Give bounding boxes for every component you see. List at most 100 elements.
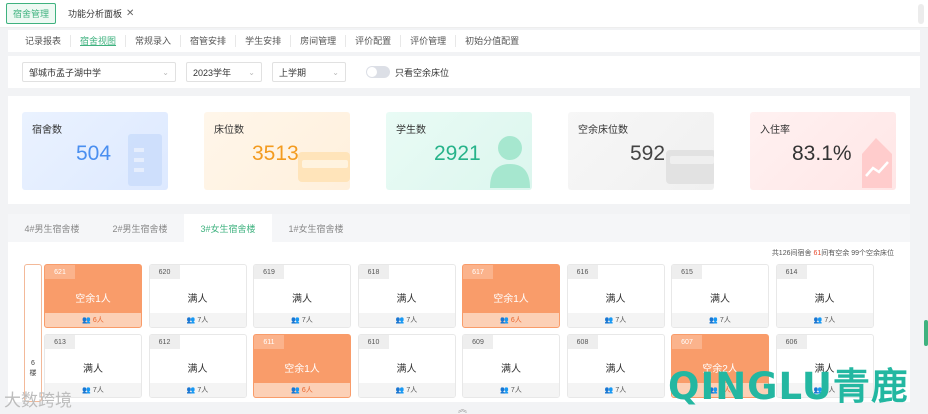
nav-tab-student-arrange[interactable]: 学生安排: [236, 35, 292, 47]
close-icon[interactable]: ✕: [126, 8, 134, 19]
room-status: 空余1人: [284, 364, 320, 375]
people-icon: 👥: [395, 317, 405, 324]
room-occupancy: 👥 7人: [149, 313, 246, 327]
room-number: 621: [45, 265, 75, 279]
nav-tab-regular-entry[interactable]: 常规录入: [126, 35, 182, 47]
function-nav: 记录报表 宿舍视图 常规录入 宿管安排 学生安排 房间管理 评价配置 评价管理 …: [8, 30, 920, 52]
term-select[interactable]: 上学期 ⌄: [272, 62, 346, 82]
room-occupant-count: 6人: [301, 387, 313, 394]
stat-label: 空余床位数: [578, 125, 628, 136]
stat-value: 2921: [434, 142, 481, 165]
room-number: 607: [672, 335, 702, 349]
floor-label[interactable]: 6 楼: [24, 264, 42, 402]
stats-panel: 宿舍数 504 床位数 3513 学生数 2921 空余床位数 592 入住率 …: [8, 96, 910, 204]
room-status: 满人: [605, 294, 626, 305]
room-card[interactable]: 618 满人 👥 7人: [357, 264, 456, 328]
stat-label: 宿舍数: [32, 125, 62, 136]
scrollbar-thumb[interactable]: [918, 4, 924, 24]
room-status: 满人: [396, 294, 417, 305]
room-card[interactable]: 620 满人 👥 7人: [148, 264, 247, 328]
school-select[interactable]: 邹城市孟子湖中学 ⌄: [22, 62, 176, 82]
people-icon: 👥: [709, 317, 718, 324]
room-number: 611: [254, 335, 284, 349]
room-occupant-count: 7人: [406, 317, 418, 324]
room-summary: 共126间宿舍 61间有空余 99个空余床位: [772, 248, 894, 258]
vacant-only-toggle[interactable]: [366, 66, 390, 78]
room-occupant-count: 7人: [615, 387, 627, 394]
room-card[interactable]: 621 空余1人 👥 6人: [44, 264, 142, 328]
room-occupant-count: 7人: [615, 317, 627, 324]
summary-vacant-text: 间有空余: [821, 250, 850, 257]
building-tab-active[interactable]: 3#女生宿舍楼: [184, 214, 272, 242]
stat-label: 入住率: [760, 125, 790, 136]
people-icon: 👥: [82, 317, 91, 324]
summary-total: 共126间宿舍: [771, 250, 812, 257]
stat-value: 3513: [252, 142, 299, 165]
stat-label: 床位数: [214, 125, 244, 136]
room-occupancy: 👥 7人: [149, 383, 246, 397]
people-icon: 👥: [186, 317, 196, 324]
people-icon: 👥: [82, 387, 91, 394]
module-tag[interactable]: 宿舍管理: [6, 3, 57, 24]
nav-tab-eval-manage[interactable]: 评价管理: [401, 35, 457, 47]
room-number: 610: [358, 335, 389, 349]
term-select-value: 上学期: [279, 67, 307, 78]
nav-tab-dorm-view[interactable]: 宿舍视图: [71, 35, 127, 47]
room-number: 608: [567, 335, 598, 349]
people-icon: 👥: [604, 317, 614, 324]
year-select-value: 2023学年: [193, 67, 232, 78]
room-status: 满人: [187, 364, 208, 375]
stat-card-students: 学生数 2921: [386, 112, 532, 190]
room-status: 满人: [396, 364, 417, 375]
room-occupant-count: 7人: [510, 387, 522, 394]
room-occupant-count: 7人: [301, 317, 313, 324]
chevron-down-icon: ⌄: [332, 67, 339, 77]
room-occupant-count: 7人: [719, 317, 731, 324]
nav-tab-records[interactable]: 记录报表: [16, 35, 72, 47]
room-card[interactable]: 614 满人 👥 7人: [775, 264, 874, 328]
nav-tab-room-manage[interactable]: 房间管理: [291, 35, 347, 47]
chevron-up-icon[interactable]: ︽: [458, 402, 467, 414]
people-icon: 👥: [500, 317, 509, 324]
stat-value: 592: [630, 142, 666, 165]
stat-card-occupancy: 入住率 83.1%: [750, 112, 896, 190]
room-card[interactable]: 609 满人 👥 7人: [462, 334, 560, 398]
room-number: 615: [672, 265, 702, 279]
stat-label: 学生数: [396, 125, 426, 136]
room-occupancy: 👥 6人: [45, 313, 141, 327]
room-card[interactable]: 611 空余1人 👥 6人: [253, 334, 351, 398]
nav-tab-initial-score[interactable]: 初始分值配置: [456, 35, 528, 47]
room-number: 613: [45, 335, 75, 349]
building-tab[interactable]: 2#男生宿舍楼: [96, 214, 184, 242]
room-card[interactable]: 610 满人 👥 7人: [357, 334, 456, 398]
floor-unit: 楼: [29, 370, 37, 377]
room-occupant-count: 6人: [92, 317, 104, 324]
room-card[interactable]: 619 满人 👥 7人: [253, 264, 351, 328]
nav-tab-manager-arrange[interactable]: 宿管安排: [181, 35, 237, 47]
empty-bed-icon: [666, 150, 714, 184]
room-card[interactable]: 616 满人 👥 7人: [566, 264, 665, 328]
people-icon: 👥: [395, 387, 405, 394]
room-card[interactable]: 612 满人 👥 7人: [148, 334, 247, 398]
people-icon: 👥: [813, 317, 823, 324]
open-tab-label: 功能分析面板: [68, 9, 123, 19]
room-occupancy: 👥 7人: [672, 313, 768, 327]
room-card[interactable]: 617 空余1人 👥 6人: [462, 264, 560, 328]
room-status: 满人: [83, 364, 103, 375]
year-select[interactable]: 2023学年 ⌄: [186, 62, 262, 82]
room-status: 满人: [292, 294, 312, 305]
watermark-right-logo: QINGLU青鹿: [668, 365, 909, 408]
room-occupant-count: 7人: [92, 387, 104, 394]
chevron-down-icon: ⌄: [162, 67, 169, 77]
building-tab[interactable]: 4#男生宿舍楼: [8, 214, 96, 242]
scroll-indicator[interactable]: [924, 320, 928, 346]
nav-tab-eval-config[interactable]: 评价配置: [346, 35, 402, 47]
people-icon: 👥: [604, 387, 614, 394]
stat-value: 83.1%: [792, 142, 852, 165]
stat-card-beds: 床位数 3513: [204, 112, 350, 190]
summary-free-beds: 99个空余床位: [851, 250, 894, 257]
room-card[interactable]: 615 满人 👥 7人: [671, 264, 769, 328]
building-tab[interactable]: 1#女生宿舍楼: [272, 214, 360, 242]
open-tab[interactable]: 功能分析面板 ✕: [68, 7, 134, 20]
room-card[interactable]: 608 满人 👥 7人: [566, 334, 665, 398]
